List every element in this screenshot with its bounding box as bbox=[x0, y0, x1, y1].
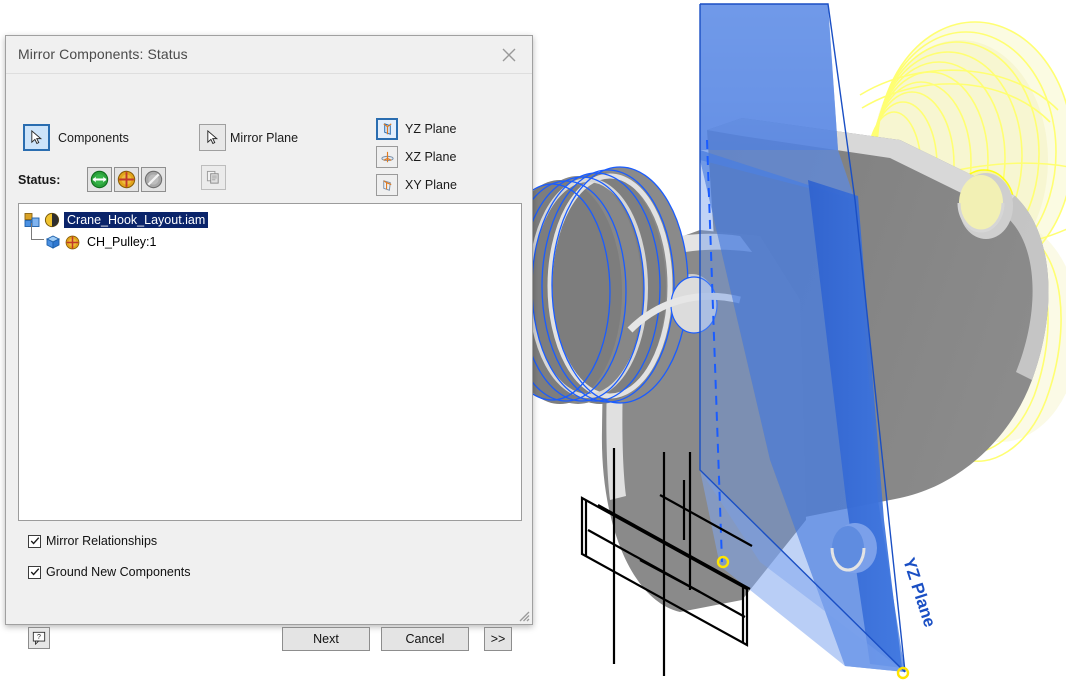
xy-plane-label: XY Plane bbox=[405, 178, 457, 192]
checkbox-label: Ground New Components bbox=[46, 565, 191, 579]
components-label: Components bbox=[58, 131, 129, 145]
status-label: Status: bbox=[18, 173, 61, 187]
svg-text:?: ? bbox=[37, 634, 41, 641]
plate-hole-right bbox=[957, 173, 1013, 239]
cursor-arrow-icon bbox=[31, 130, 43, 145]
component-tree[interactable]: Crane_Hook_Layout.iam CH_Pulley:1 bbox=[18, 203, 522, 521]
dialog-titlebar[interactable]: Mirror Components: Status bbox=[6, 36, 532, 74]
resize-grip-icon[interactable] bbox=[516, 608, 530, 622]
cancel-button[interactable]: Cancel bbox=[381, 627, 469, 651]
exclude-status-button[interactable] bbox=[141, 167, 166, 192]
half-mirror-icon bbox=[44, 212, 60, 228]
xy-plane-button[interactable] bbox=[376, 174, 398, 196]
plate-pin-boss bbox=[830, 523, 877, 573]
tree-row[interactable]: CH_Pulley:1 bbox=[19, 223, 521, 253]
gray-exclude-icon bbox=[144, 170, 163, 189]
tree-item-label: Crane_Hook_Layout.iam bbox=[64, 212, 209, 228]
part-cube-icon bbox=[45, 234, 61, 250]
check-icon bbox=[30, 537, 39, 545]
green-mirror-icon bbox=[90, 170, 109, 189]
cursor-arrow-icon bbox=[207, 130, 219, 145]
xz-plane-label: XZ Plane bbox=[405, 150, 457, 164]
xz-plane-icon bbox=[380, 151, 394, 162]
app-root: YZ Plane Mirror Components: Status Compo… bbox=[0, 0, 1066, 688]
yz-plane-label: YZ Plane bbox=[899, 555, 939, 629]
mirror-plane-select-button[interactable] bbox=[199, 124, 226, 151]
xy-plane-icon bbox=[382, 179, 391, 191]
yz-plane-label: YZ Plane bbox=[405, 122, 457, 136]
orange-plus-icon bbox=[65, 235, 80, 250]
help-button[interactable]: ? bbox=[28, 627, 50, 649]
tree-item-label: CH_Pulley:1 bbox=[87, 235, 157, 249]
copy-icon bbox=[201, 165, 226, 190]
checkbox-label: Mirror Relationships bbox=[46, 534, 158, 548]
ground-new-components-checkbox[interactable]: Ground New Components bbox=[28, 565, 191, 579]
tree-row[interactable]: Crane_Hook_Layout.iam bbox=[19, 209, 521, 231]
yz-plane-icon bbox=[382, 122, 392, 135]
mirror-relationships-checkbox[interactable]: Mirror Relationships bbox=[28, 534, 157, 548]
expand-button[interactable]: >> bbox=[484, 627, 512, 651]
mirror-status-button[interactable] bbox=[87, 167, 112, 192]
help-icon: ? bbox=[32, 631, 46, 645]
xz-plane-button[interactable] bbox=[376, 146, 398, 168]
components-select-button[interactable] bbox=[23, 124, 50, 151]
check-icon bbox=[30, 568, 39, 576]
checkbox-box bbox=[28, 534, 41, 548]
next-button[interactable]: Next bbox=[282, 627, 370, 651]
mirror-plane-label: Mirror Plane bbox=[230, 131, 299, 145]
dialog-title: Mirror Components: Status bbox=[18, 46, 188, 62]
yz-plane-button[interactable] bbox=[376, 118, 398, 140]
reuse-status-button[interactable] bbox=[114, 167, 139, 192]
close-icon[interactable] bbox=[486, 36, 532, 73]
mirror-components-dialog: Mirror Components: Status Components Mir… bbox=[5, 35, 533, 651]
checkbox-box bbox=[28, 565, 41, 579]
orange-plus-icon bbox=[117, 170, 136, 189]
tree-connector bbox=[31, 223, 44, 240]
